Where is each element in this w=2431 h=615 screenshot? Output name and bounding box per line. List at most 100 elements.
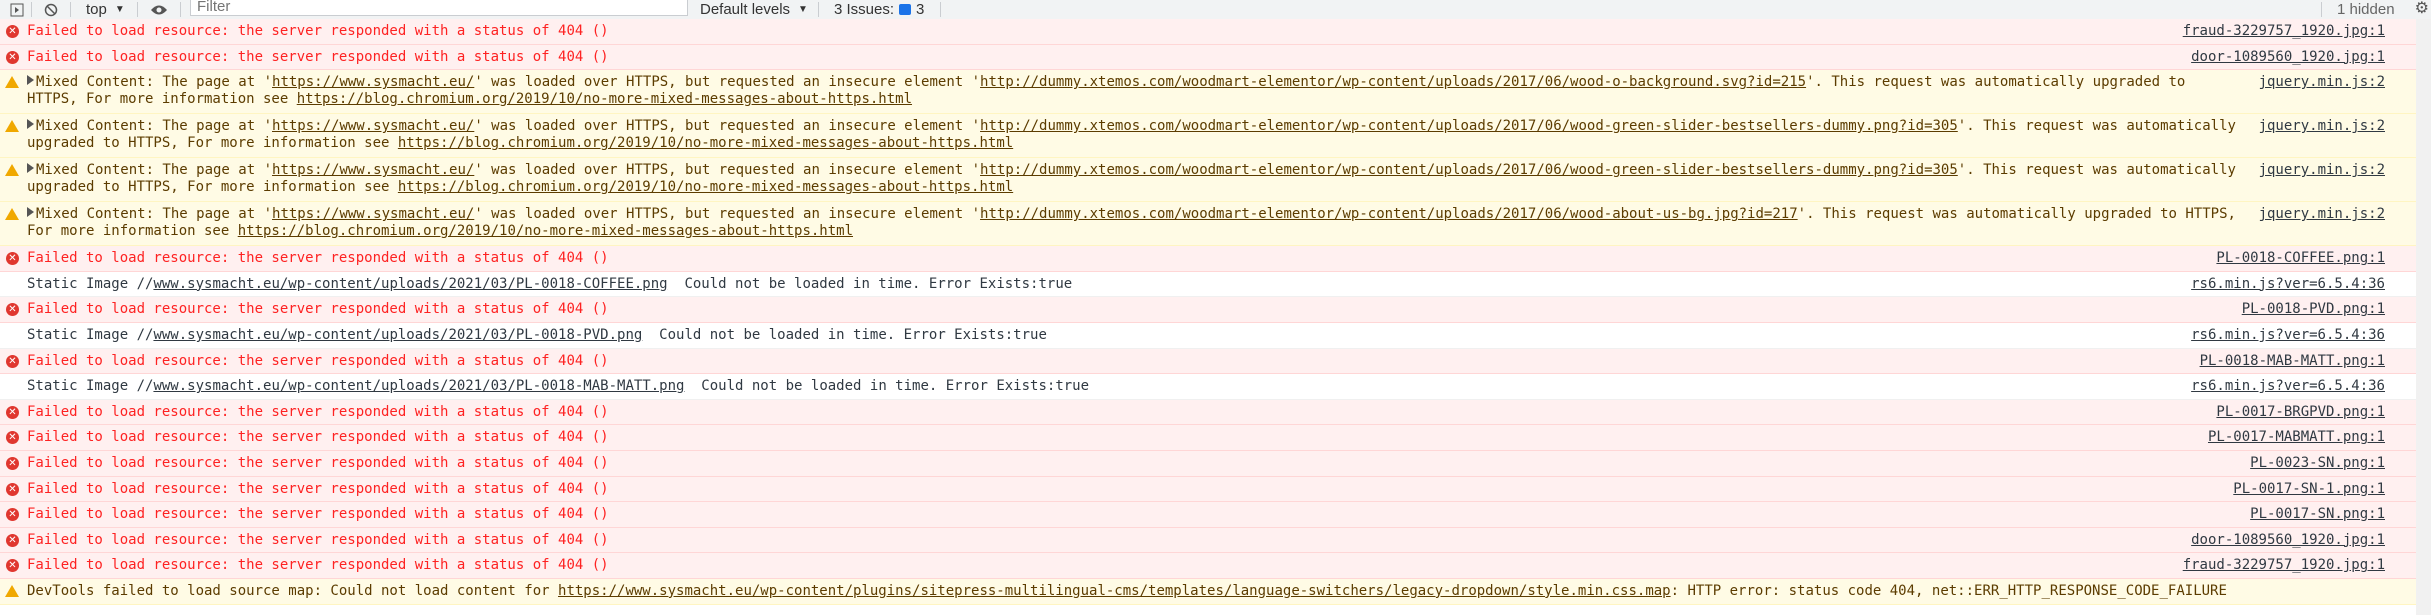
resource-url-link[interactable]: http://dummy.xtemos.com/woodmart-element… [980, 118, 1958, 134]
console-message-log: Static Image //www.sysmacht.eu/wp-conten… [0, 322, 2431, 349]
hidden-count: 1 hidden [2337, 1, 2395, 18]
context-select[interactable]: top ▼ [86, 0, 125, 19]
message-text: Failed to load resource: the server resp… [27, 454, 609, 471]
sidebar-toggle-icon[interactable] [10, 0, 24, 19]
context-label: top [86, 1, 107, 18]
issues-button[interactable]: 3 Issues: 3 [834, 0, 924, 19]
console-message-error: ✕ Failed to load resource: the server res… [0, 348, 2431, 375]
message-text: Static Image //www.sysmacht.eu/wp-conten… [27, 326, 1047, 343]
console-message-warning: Mixed Content: The page at 'https://www.… [0, 158, 2431, 203]
console-message-error: ✕ Failed to load resource: the server res… [0, 553, 2431, 579]
image-url-link[interactable]: www.sysmacht.eu/wp-content/uploads/2021/… [153, 276, 667, 292]
console-message-error: ✕ Failed to load resource: the server res… [0, 297, 2431, 323]
source-link[interactable]: rs6.min.js?ver=6.5.4:36 [2191, 327, 2385, 343]
console-message-warning: Mixed Content: The page at 'https://www.… [0, 114, 2431, 159]
message-text: Static Image //www.sysmacht.eu/wp-conten… [27, 275, 1073, 292]
page-url-link[interactable]: https://www.sysmacht.eu/ [272, 118, 474, 134]
console-message-error: ✕ Failed to load resource: the server res… [0, 246, 2431, 272]
source-map-url-link[interactable]: https://www.sysmacht.eu/wp-content/plugi… [558, 583, 1671, 599]
message-text: Failed to load resource: the server resp… [27, 403, 609, 420]
chevron-down-icon: ▼ [798, 4, 808, 15]
console-message-error: ✕ Failed to load resource: the server res… [0, 476, 2431, 503]
source-link[interactable]: door-1089560_1920.jpg:1 [2191, 49, 2385, 65]
warning-icon [5, 208, 19, 221]
message-text: DevTools failed to load source map: Coul… [27, 582, 2227, 599]
error-icon: ✕ [6, 252, 19, 266]
warning-icon [5, 120, 19, 133]
info-url-link[interactable]: https://blog.chromium.org/2019/10/no-mor… [398, 135, 1013, 151]
message-text: Failed to load resource: the server resp… [27, 250, 609, 267]
console-message-error: ✕ Failed to load resource: the server res… [0, 502, 2431, 528]
error-icon: ✕ [6, 405, 19, 419]
source-link[interactable]: jquery.min.js:2 [2259, 118, 2385, 134]
source-link[interactable]: rs6.min.js?ver=6.5.4:36 [2191, 378, 2385, 394]
source-link[interactable]: PL-0018-MAB-MATT.png:1 [2200, 353, 2385, 369]
source-link[interactable]: PL-0018-COFFEE.png:1 [2216, 250, 2385, 266]
console-message-error: ✕ Failed to load resource: the server res… [0, 527, 2431, 554]
error-icon: ✕ [6, 25, 19, 38]
message-text: Failed to load resource: the server resp… [27, 531, 609, 548]
message-text: Failed to load resource: the server resp… [27, 352, 609, 369]
clear-console-icon[interactable] [44, 0, 58, 19]
resource-url-link[interactable]: http://dummy.xtemos.com/woodmart-element… [980, 74, 1806, 90]
expand-triangle-icon[interactable] [27, 207, 34, 218]
error-icon: ✕ [6, 303, 19, 317]
page-url-link[interactable]: https://www.sysmacht.eu/ [272, 74, 474, 90]
source-link[interactable]: jquery.min.js:2 [2259, 206, 2385, 222]
page-url-link[interactable]: https://www.sysmacht.eu/ [272, 162, 474, 178]
info-url-link[interactable]: https://blog.chromium.org/2019/10/no-mor… [297, 91, 912, 107]
source-link[interactable]: rs6.min.js?ver=6.5.4:36 [2191, 276, 2385, 292]
source-link[interactable]: PL-0017-SN.png:1 [2250, 506, 2385, 522]
source-link[interactable]: PL-0017-BRGPVD.png:1 [2216, 404, 2385, 420]
image-url-link[interactable]: www.sysmacht.eu/wp-content/uploads/2021/… [153, 327, 642, 343]
error-icon: ✕ [6, 533, 19, 547]
console-message-log: Static Image //www.sysmacht.eu/wp-conten… [0, 271, 2431, 298]
console-messages: ✕ Failed to load resource: the server res… [0, 19, 2431, 605]
error-icon: ✕ [6, 559, 19, 573]
message-text: Static Image //www.sysmacht.eu/wp-conten… [27, 378, 1090, 395]
source-link[interactable]: PL-0018-PVD.png:1 [2242, 301, 2385, 317]
source-link[interactable]: PL-0017-MABMATT.png:1 [2208, 429, 2385, 445]
info-url-link[interactable]: https://blog.chromium.org/2019/10/no-mor… [398, 179, 1013, 195]
filter-input[interactable] [190, 0, 688, 16]
source-link[interactable]: door-1089560_1920.jpg:1 [2191, 532, 2385, 548]
issues-label: 3 Issues: [834, 1, 895, 18]
log-levels-select[interactable]: Default levels ▼ [700, 0, 808, 19]
message-text: Mixed Content: The page at 'https://www.… [27, 118, 2236, 152]
info-url-link[interactable]: https://blog.chromium.org/2019/10/no-mor… [238, 223, 853, 239]
warning-icon [5, 584, 19, 597]
source-link[interactable]: fraud-3229757_1920.jpg:1 [2183, 23, 2385, 39]
console-message-log: Static Image //www.sysmacht.eu/wp-conten… [0, 374, 2431, 400]
console-message-error: ✕ Failed to load resource: the server res… [0, 399, 2431, 426]
gear-icon[interactable]: ⚙ [2415, 0, 2429, 18]
expand-triangle-icon[interactable] [27, 119, 34, 130]
eye-icon[interactable] [150, 0, 168, 19]
message-text: Failed to load resource: the server resp… [27, 301, 609, 318]
resource-url-link[interactable]: http://dummy.xtemos.com/woodmart-element… [980, 206, 1798, 222]
log-levels-label: Default levels [700, 1, 791, 18]
source-link[interactable]: PL-0023-SN.png:1 [2250, 455, 2385, 471]
console-scrollbar[interactable] [2416, 19, 2431, 615]
source-link[interactable]: jquery.min.js:2 [2259, 162, 2385, 178]
message-text: Failed to load resource: the server resp… [27, 429, 609, 446]
issues-count: 3 [916, 1, 925, 18]
warning-icon [5, 164, 19, 177]
console-message-error: ✕ Failed to load resource: the server res… [0, 450, 2431, 477]
page-url-link[interactable]: https://www.sysmacht.eu/ [272, 206, 474, 222]
error-icon: ✕ [6, 508, 19, 522]
source-link[interactable]: PL-0017-SN-1.png:1 [2233, 481, 2385, 497]
source-link[interactable]: fraud-3229757_1920.jpg:1 [2183, 557, 2385, 573]
expand-triangle-icon[interactable] [27, 163, 34, 174]
warning-icon [5, 76, 19, 89]
chevron-down-icon: ▼ [114, 4, 125, 15]
image-url-link[interactable]: www.sysmacht.eu/wp-content/uploads/2021/… [153, 378, 684, 394]
console-message-error: ✕ Failed to load resource: the server res… [0, 425, 2431, 451]
resource-url-link[interactable]: http://dummy.xtemos.com/woodmart-element… [980, 162, 1958, 178]
error-icon: ✕ [6, 354, 19, 368]
source-link[interactable]: jquery.min.js:2 [2259, 74, 2385, 90]
message-text: Mixed Content: The page at 'https://www.… [27, 206, 2236, 240]
expand-triangle-icon[interactable] [27, 75, 34, 86]
error-icon: ✕ [6, 482, 19, 496]
console-toolbar: top ▼ Default levels ▼ 3 Issues: 3 1 hid… [0, 0, 2431, 20]
message-text: Failed to load resource: the server resp… [27, 48, 609, 65]
